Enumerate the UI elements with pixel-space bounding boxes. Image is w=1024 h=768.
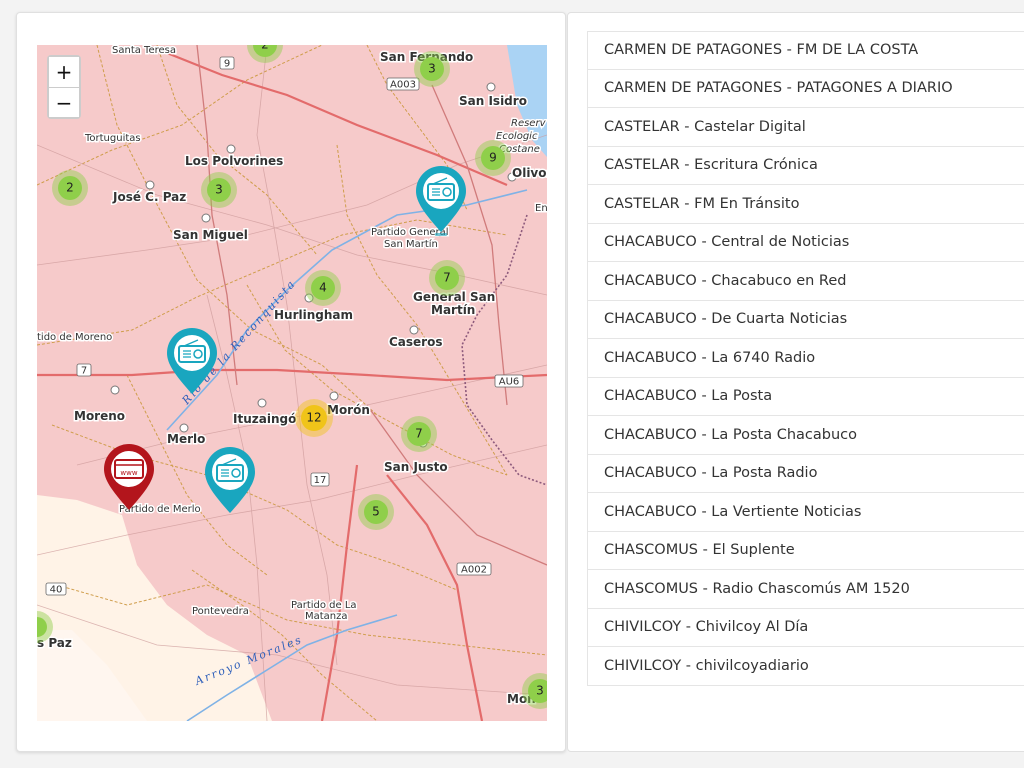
svg-text:www: www: [120, 469, 137, 477]
svg-text:AU6: AU6: [499, 377, 520, 388]
svg-text:4: 4: [319, 281, 327, 295]
svg-text:Partido General: Partido General: [371, 227, 449, 238]
svg-text:2: 2: [261, 45, 269, 52]
svg-text:9: 9: [489, 151, 497, 165]
svg-text:40: 40: [50, 585, 63, 596]
cluster-marker[interactable]: 2: [52, 170, 88, 206]
svg-text:17: 17: [314, 475, 327, 486]
svg-text:12: 12: [306, 411, 321, 425]
list-item[interactable]: CHASCOMUS - El Suplente: [588, 532, 1024, 570]
svg-text:San Miguel: San Miguel: [173, 228, 248, 242]
svg-text:Hurlingham: Hurlingham: [274, 308, 353, 322]
svg-text:tido de Moreno: tido de Moreno: [37, 332, 112, 343]
svg-text:7: 7: [443, 271, 451, 285]
zoom-in-button[interactable]: +: [49, 57, 79, 87]
svg-text:Matanza: Matanza: [305, 611, 348, 622]
list-item[interactable]: CASTELAR - Escritura Crónica: [588, 147, 1024, 185]
svg-text:A003: A003: [390, 80, 416, 91]
svg-text:Partido de La: Partido de La: [291, 600, 357, 611]
svg-text:Olivos: Olivos: [512, 166, 547, 180]
media-list-card: CARMEN DE PATAGONES - FM DE LA COSTA CAR…: [567, 12, 1024, 752]
svg-text:7: 7: [81, 366, 87, 377]
svg-text:Santa Teresa: Santa Teresa: [112, 45, 176, 56]
list-item[interactable]: CASTELAR - Castelar Digital: [588, 108, 1024, 147]
list-item[interactable]: CHIVILCOY - Chivilcoy Al Día: [588, 609, 1024, 647]
cluster-marker[interactable]: 4: [305, 270, 341, 306]
svg-text:San Justo: San Justo: [384, 460, 448, 474]
svg-text:A002: A002: [461, 565, 487, 576]
svg-text:Reserv: Reserv: [511, 118, 547, 129]
list-item[interactable]: CARMEN DE PATAGONES - PATAGONES A DIARIO: [588, 70, 1024, 108]
svg-text:Ituzaingó: Ituzaingó: [233, 412, 296, 426]
map-view[interactable]: 9 A003 7 AU6 17 A002 40 Río de la Reconq…: [37, 45, 547, 721]
list-item[interactable]: CARMEN DE PATAGONES - FM DE LA COSTA: [588, 31, 1024, 70]
list-item[interactable]: CHACABUCO - La Posta: [588, 378, 1024, 416]
svg-text:Merlo: Merlo: [167, 432, 205, 446]
media-list: CARMEN DE PATAGONES - FM DE LA COSTA CAR…: [587, 31, 1024, 686]
list-item[interactable]: CHASCOMUS - Radio Chascomús AM 1520: [588, 570, 1024, 609]
svg-text:3: 3: [215, 183, 223, 197]
map-card: 9 A003 7 AU6 17 A002 40 Río de la Reconq…: [16, 12, 566, 752]
list-item[interactable]: CHACABUCO - Chacabuco en Red: [588, 262, 1024, 301]
svg-text:San Isidro: San Isidro: [459, 94, 527, 108]
svg-text:3: 3: [536, 684, 544, 698]
svg-text:José C. Paz: José C. Paz: [112, 190, 186, 204]
svg-text:Ecologic: Ecologic: [496, 131, 538, 142]
svg-text:Martín: Martín: [431, 303, 475, 317]
cluster-marker[interactable]: 9: [475, 140, 511, 176]
svg-text:En: En: [535, 203, 547, 214]
svg-text:9: 9: [224, 59, 230, 70]
list-item[interactable]: CHIVILCOY - chivilcoyadiario: [588, 647, 1024, 686]
list-item[interactable]: CHACABUCO - La 6740 Radio: [588, 339, 1024, 378]
list-item[interactable]: CHACABUCO - La Posta Radio: [588, 455, 1024, 493]
svg-text:3: 3: [428, 62, 436, 76]
cluster-marker[interactable]: 7: [429, 260, 465, 296]
svg-text:5: 5: [372, 505, 380, 519]
cluster-marker[interactable]: 5: [358, 494, 394, 530]
list-item[interactable]: CASTELAR - FM En Tránsito: [588, 185, 1024, 224]
svg-text:Moreno: Moreno: [74, 409, 125, 423]
svg-text:Pontevedra: Pontevedra: [192, 606, 249, 617]
svg-text:Tortuguitas: Tortuguitas: [84, 133, 141, 144]
map-canvas[interactable]: 9 A003 7 AU6 17 A002 40 Río de la Reconq…: [37, 45, 547, 721]
svg-text:Los Polvorines: Los Polvorines: [185, 154, 283, 168]
cluster-marker[interactable]: 12: [295, 399, 333, 437]
zoom-out-button[interactable]: −: [49, 87, 79, 117]
list-item[interactable]: CHACABUCO - De Cuarta Noticias: [588, 301, 1024, 339]
list-item[interactable]: CHACABUCO - La Vertiente Noticias: [588, 493, 1024, 532]
cluster-marker[interactable]: 3: [414, 51, 450, 87]
list-item[interactable]: CHACABUCO - Central de Noticias: [588, 224, 1024, 262]
cluster-marker[interactable]: 7: [401, 416, 437, 452]
svg-text:7: 7: [415, 427, 423, 441]
list-item[interactable]: CHACABUCO - La Posta Chacabuco: [588, 416, 1024, 455]
cluster-marker[interactable]: 3: [201, 172, 237, 208]
zoom-control: + −: [47, 55, 81, 119]
svg-text:2: 2: [66, 181, 74, 195]
svg-text:San Martín: San Martín: [384, 238, 438, 250]
svg-text:Morón: Morón: [327, 403, 370, 417]
svg-text:Caseros: Caseros: [389, 335, 443, 349]
